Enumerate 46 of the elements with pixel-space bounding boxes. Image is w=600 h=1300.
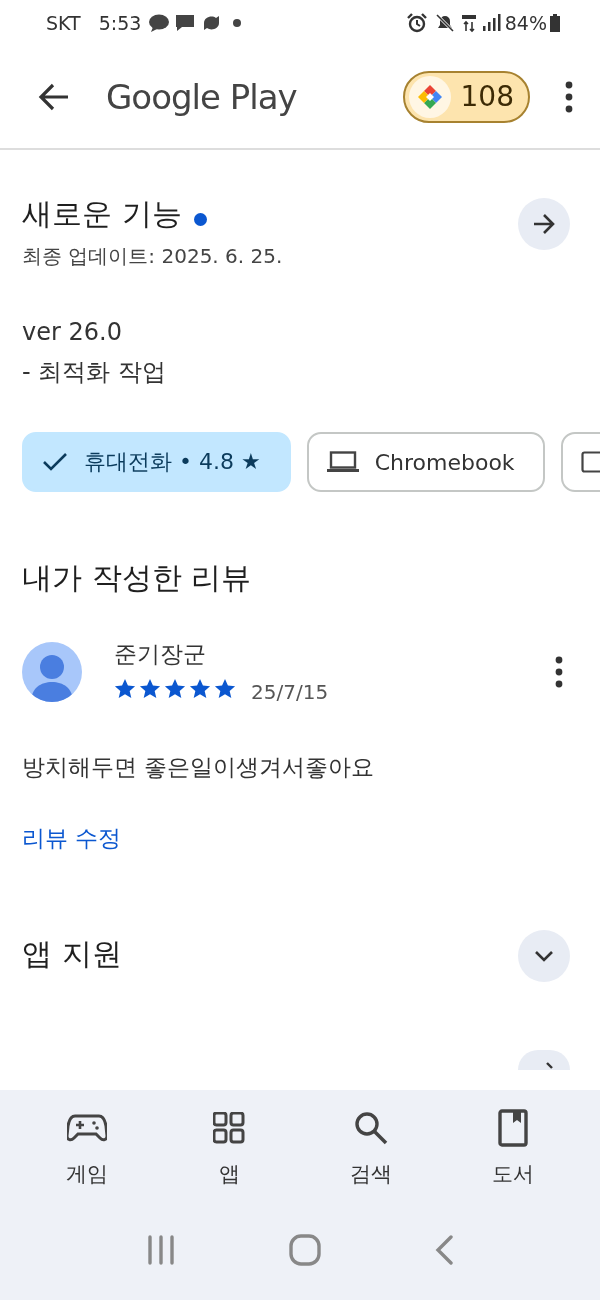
points-button[interactable]: 108: [402, 70, 530, 123]
nav-tab[interactable]: 도서: [458, 1110, 568, 1210]
dot-icon: [233, 18, 242, 27]
device-chip[interactable]: 휴대전화 • 4.8 ★: [22, 432, 291, 492]
edit-review-link[interactable]: 리뷰 수정: [22, 823, 122, 854]
nav-tab[interactable]: 게임: [32, 1110, 142, 1210]
notification-icon: [201, 13, 222, 32]
section-title: 새로운 기능: [22, 196, 182, 231]
clock-text: 5:53: [98, 11, 142, 34]
expand-button[interactable]: [518, 930, 570, 982]
update-date: 최종 업데이트: 2025. 6. 25.: [22, 243, 283, 270]
star-icon: [189, 678, 211, 700]
battery-icon: [550, 13, 560, 32]
star-icon: [139, 678, 161, 700]
nav-tab[interactable]: 앱: [174, 1110, 284, 1210]
review-text: 방치해두면 좋은일이생겨서좋아요: [22, 753, 376, 782]
star-icon: [164, 678, 186, 700]
star-icon: [214, 678, 236, 700]
star-icon: [114, 678, 136, 700]
grid-icon: [213, 1112, 245, 1144]
play-points-icon: [416, 83, 443, 110]
gamepad-icon: [67, 1113, 107, 1143]
chevron-down-icon: [534, 950, 554, 962]
section-title: 내가 작성한 리뷰: [22, 560, 252, 595]
alarm-icon: [406, 12, 427, 33]
mute-icon: [434, 12, 455, 33]
check-icon: [42, 452, 68, 472]
release-note: ver 26.0: [22, 318, 123, 346]
more-icon: [564, 80, 574, 113]
book-icon: [498, 1109, 528, 1147]
release-note: - 최적화 작업: [22, 357, 167, 388]
app-title: Google Play: [106, 76, 297, 117]
nav-tab[interactable]: 검색: [316, 1110, 426, 1210]
lte-signal-icon: [460, 12, 501, 33]
laptop-icon: [326, 451, 359, 473]
search-icon: [353, 1110, 389, 1146]
arrow-button[interactable]: [518, 198, 570, 250]
message-icon: [175, 13, 196, 32]
review-date: 25/7/15: [251, 680, 329, 704]
carrier-text: SKT: [46, 11, 81, 34]
battery-text: 84%: [504, 11, 547, 34]
more-icon: [554, 655, 564, 688]
device-chip[interactable]: Chromebook: [306, 432, 545, 492]
chat-icon: [149, 13, 170, 32]
reviewer-name: 준기장군: [114, 640, 207, 669]
section-title: 앱 지원: [22, 934, 122, 973]
